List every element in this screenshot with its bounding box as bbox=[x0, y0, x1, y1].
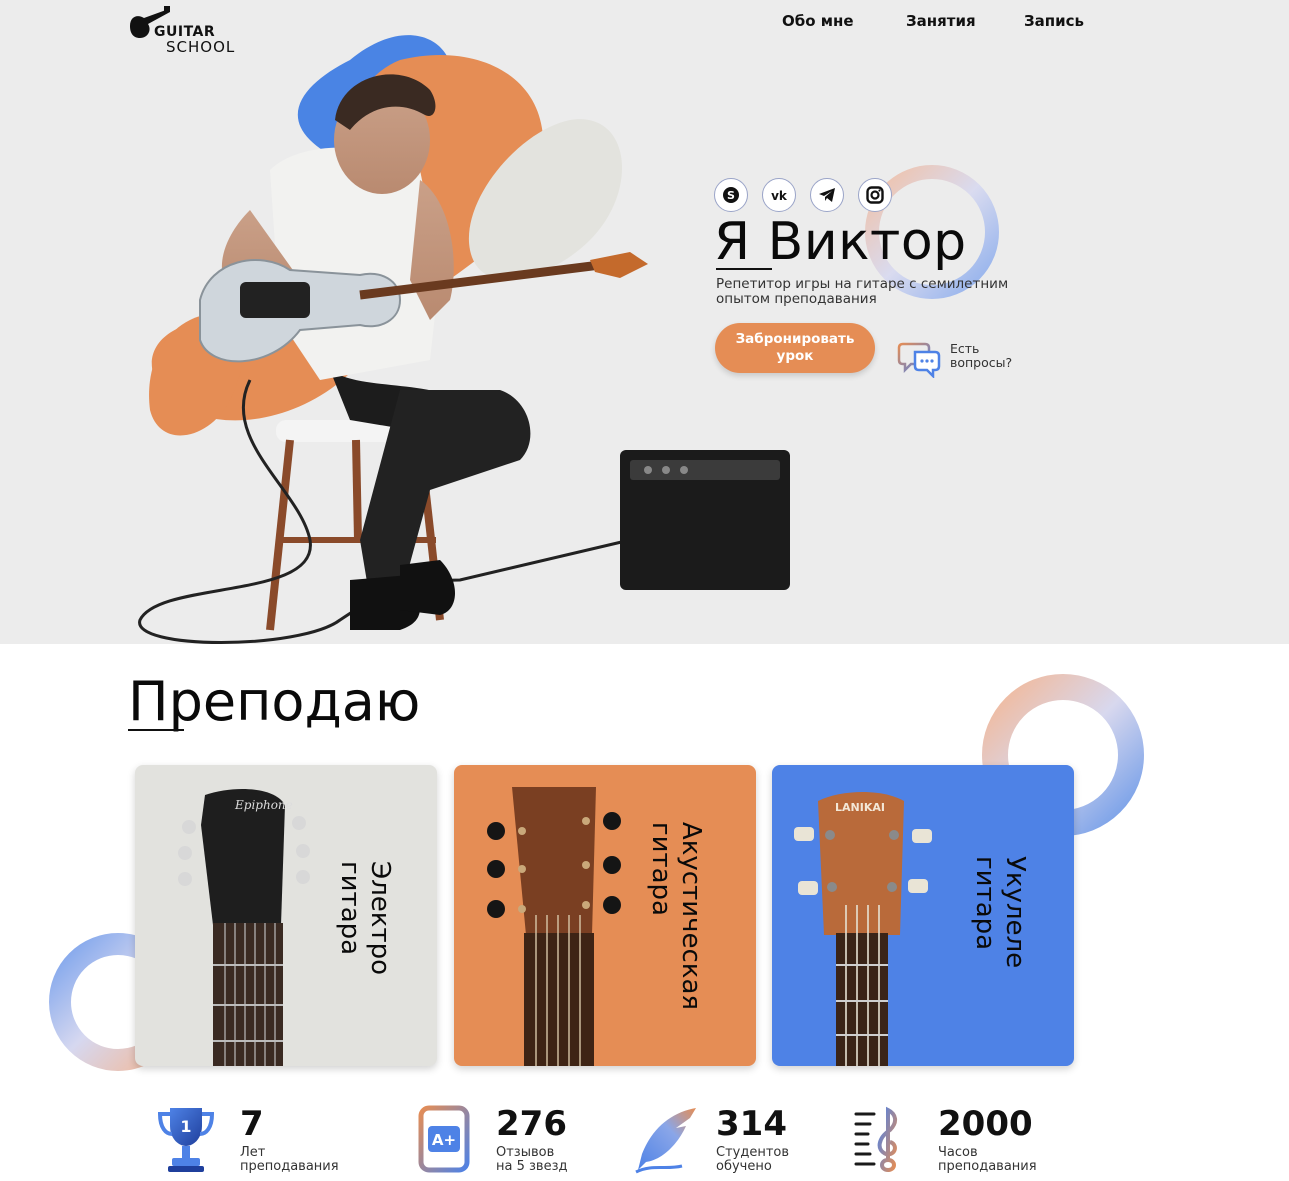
telegram-link[interactable] bbox=[810, 178, 844, 212]
social-links: S vk bbox=[714, 178, 894, 212]
vk-icon: vk bbox=[771, 189, 788, 202]
card-electric-guitar-label: Электро гитара bbox=[335, 860, 395, 975]
hero-section: GUITAR SCHOOL Обо мне Занятия Запись S v… bbox=[0, 0, 1289, 644]
stat-years-caption-line1: Лет bbox=[240, 1145, 266, 1160]
hero-illustration bbox=[138, 35, 790, 644]
stat-students-caption-line2: обучено bbox=[716, 1159, 772, 1174]
stat-years-value: 7 bbox=[240, 1104, 264, 1144]
teach-section-title: Преподаю bbox=[128, 670, 421, 733]
card-ukulele-label: Укулеле гитара bbox=[970, 855, 1030, 968]
hero-subtitle: Репетитор игры на гитаре с семилетним оп… bbox=[716, 276, 1009, 307]
card-acoustic-guitar-label: Акустическая гитара bbox=[646, 821, 706, 1010]
svg-text:S: S bbox=[727, 189, 735, 202]
card-acoustic-guitar-label-wrap: Акустическая гитара bbox=[616, 765, 736, 1066]
stat-students-value: 314 bbox=[716, 1104, 787, 1144]
skype-link[interactable]: S bbox=[714, 178, 748, 212]
stat-reviews-caption-line2: на 5 звезд bbox=[496, 1159, 568, 1174]
card-electric-guitar[interactable]: Epiphone Электро гитара bbox=[135, 765, 437, 1066]
quill-icon bbox=[635, 1108, 696, 1174]
svg-text:LANIKAI: LANIKAI bbox=[835, 801, 885, 814]
teach-title-underline bbox=[128, 729, 184, 731]
stat-reviews-value: 276 bbox=[496, 1104, 567, 1144]
stat-reviews-caption-line1: Отзывов bbox=[496, 1145, 555, 1160]
card-ukulele[interactable]: LANIKAI Укулеле гитара bbox=[772, 765, 1074, 1066]
hero-name-heading: Я Виктор bbox=[714, 212, 967, 272]
stat-years-caption-line2: преподавания bbox=[240, 1159, 339, 1174]
nav-lessons[interactable]: Занятия bbox=[906, 12, 976, 30]
stat-hours-caption-line2: преподавания bbox=[938, 1159, 1037, 1174]
chat-bubbles-icon[interactable] bbox=[897, 338, 941, 378]
stat-hours-caption-line1: Часов bbox=[938, 1145, 978, 1160]
music-notes-icon bbox=[854, 1106, 920, 1172]
book-lesson-button[interactable]: Забронировать урок bbox=[715, 323, 875, 373]
skype-icon: S bbox=[723, 187, 739, 203]
stat-students-caption-line1: Студентов bbox=[716, 1145, 790, 1160]
trophy-icon: 1 bbox=[157, 1108, 215, 1172]
nav-booking[interactable]: Запись bbox=[1024, 12, 1084, 30]
instagram-link[interactable] bbox=[858, 178, 892, 212]
name-underline bbox=[716, 268, 772, 270]
stat-students-caption: Студентов обучено bbox=[716, 1146, 789, 1174]
a-plus-icon: A+ bbox=[418, 1105, 470, 1173]
stat-reviews-caption: Отзывов на 5 звезд bbox=[496, 1146, 567, 1174]
questions-link[interactable]: Есть вопросы? bbox=[950, 342, 1040, 370]
svg-text:1: 1 bbox=[180, 1117, 191, 1136]
stat-years-caption: Лет преподавания bbox=[240, 1146, 339, 1174]
instagram-icon bbox=[866, 186, 884, 204]
stat-hours-value: 2000 bbox=[938, 1104, 1033, 1144]
svg-text:A+: A+ bbox=[432, 1131, 456, 1149]
telegram-icon bbox=[819, 188, 835, 202]
stat-hours-caption: Часов преподавания bbox=[938, 1146, 1037, 1174]
vk-link[interactable]: vk bbox=[762, 178, 796, 212]
card-acoustic-guitar[interactable]: Акустическая гитара bbox=[454, 765, 756, 1066]
card-ukulele-label-wrap: Укулеле гитара bbox=[940, 765, 1060, 1066]
svg-text:vk: vk bbox=[771, 189, 788, 202]
card-electric-guitar-label-wrap: Электро гитара bbox=[305, 765, 425, 1066]
svg-text:Epiphone: Epiphone bbox=[234, 798, 293, 812]
